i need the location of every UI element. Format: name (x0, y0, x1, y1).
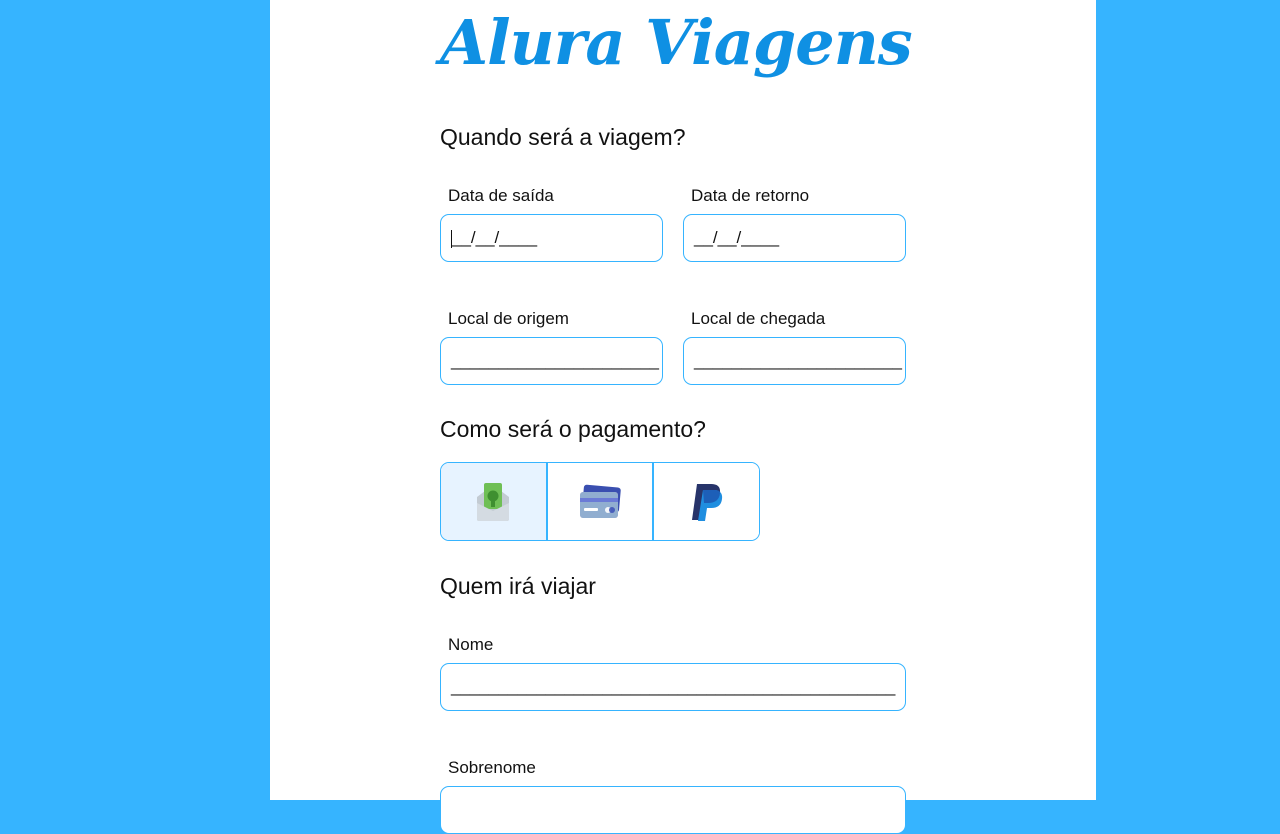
departure-date-input[interactable]: __/__/____ (440, 214, 663, 262)
first-name-input[interactable]: ________________________________________… (440, 663, 906, 711)
section-title-travelers: Quem irá viajar (440, 573, 596, 599)
payment-option-cash[interactable] (441, 463, 548, 540)
payment-option-card[interactable] (547, 463, 655, 540)
brand-logo: Alura Viagens (440, 6, 913, 79)
origin-label: Local de origem (448, 309, 569, 328)
first-name-field: Nome ___________________________________… (440, 635, 906, 711)
last-name-label: Sobrenome (448, 758, 536, 777)
credit-card-icon (578, 483, 622, 521)
origin-input[interactable]: ______________________ (440, 337, 663, 385)
section-title-payment: Como será o pagamento? (440, 416, 706, 442)
destination-input[interactable]: ______________________ (683, 337, 906, 385)
departure-date-label: Data de saída (448, 186, 554, 205)
return-date-input[interactable]: __/__/____ (683, 214, 906, 262)
departure-date-value: __/__/____ (452, 228, 538, 247)
destination-label: Local de chegada (691, 309, 826, 328)
last-name-input[interactable] (440, 786, 906, 834)
departure-date-field: Data de saída __/__/____ (440, 186, 663, 262)
payment-option-paypal[interactable] (654, 463, 759, 540)
paypal-icon (689, 482, 725, 522)
page-panel: Alura Viagens Quando será a viagem? Data… (270, 0, 1096, 834)
payment-options (440, 462, 760, 541)
section-title-trip: Quando será a viagem? (440, 124, 686, 150)
return-date-label: Data de retorno (691, 186, 810, 205)
origin-field: Local de origem ______________________ (440, 309, 663, 385)
first-name-label: Nome (448, 635, 494, 654)
cash-envelope-icon (474, 481, 512, 523)
destination-field: Local de chegada ______________________ (683, 309, 906, 385)
return-date-field: Data de retorno __/__/____ (683, 186, 906, 262)
last-name-field: Sobrenome (440, 758, 906, 834)
